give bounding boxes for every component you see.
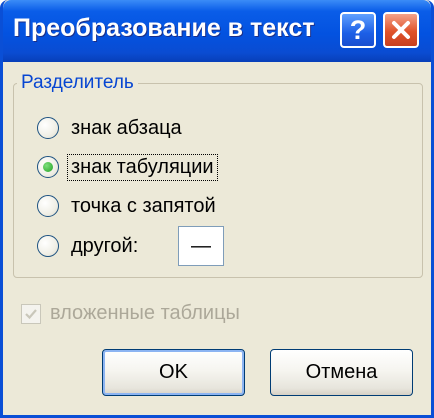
close-button[interactable] xyxy=(383,12,419,48)
title-bar[interactable]: Преобразование в текст ? xyxy=(3,0,431,62)
radio-paragraph-mark[interactable]: знак абзаца xyxy=(37,114,185,142)
help-button[interactable]: ? xyxy=(340,12,376,48)
checkmark-icon xyxy=(25,308,37,319)
radio-tab-character[interactable]: знак табуляции xyxy=(37,153,218,181)
cancel-button[interactable]: Отмена xyxy=(270,349,413,396)
question-icon: ? xyxy=(349,14,367,45)
dialog-title: Преобразование в текст xyxy=(13,14,315,42)
radio-selected-dot xyxy=(43,162,53,172)
nested-tables-checkbox[interactable] xyxy=(21,303,41,324)
nested-tables-label: вложенные таблицы xyxy=(50,302,240,324)
radio-label: точка с запятой xyxy=(71,194,216,217)
radio-label: знак абзаца xyxy=(71,116,182,139)
convert-to-text-dialog: Преобразование в текст ? Разделитель зна… xyxy=(0,0,434,418)
other-separator-input[interactable]: — xyxy=(178,226,224,266)
separator-group-label: Разделитель xyxy=(17,72,138,94)
radio-semicolon[interactable]: точка с запятой xyxy=(37,192,219,220)
radio-button[interactable] xyxy=(37,117,59,139)
close-icon xyxy=(392,21,410,39)
radio-label: другой: xyxy=(71,234,139,257)
radio-other[interactable]: другой: xyxy=(37,232,141,260)
nested-tables-checkbox-row[interactable]: вложенные таблицы xyxy=(21,302,240,325)
radio-button[interactable] xyxy=(37,195,59,217)
radio-label: знак табуляции xyxy=(67,153,218,181)
radio-button[interactable] xyxy=(37,235,59,257)
ok-button[interactable]: OK xyxy=(102,349,245,396)
radio-button-selected[interactable] xyxy=(37,156,59,178)
